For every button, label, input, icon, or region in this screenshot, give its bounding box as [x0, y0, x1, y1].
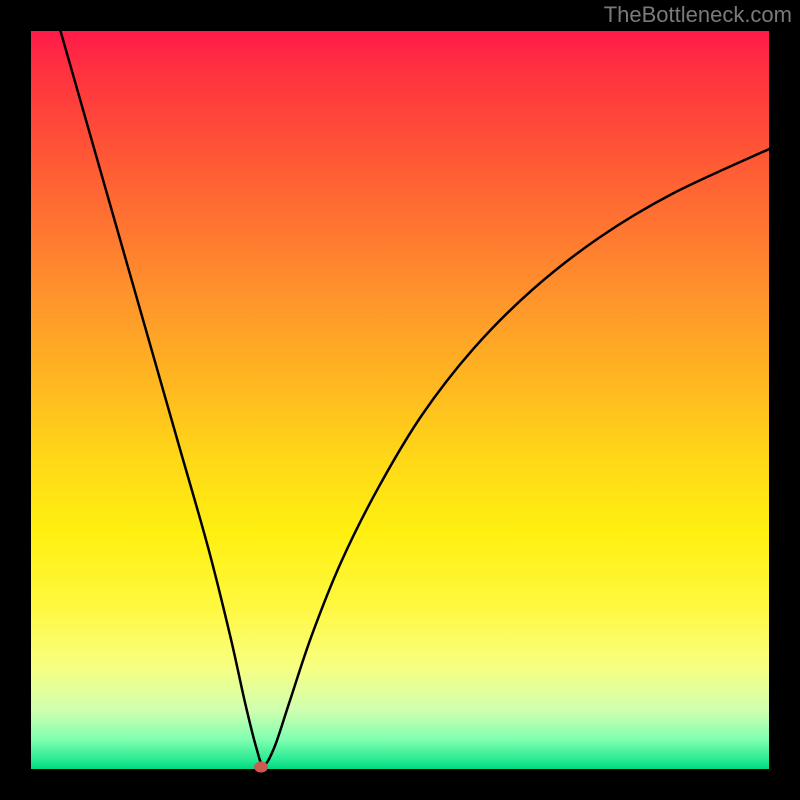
plot-area — [31, 31, 769, 769]
minimum-marker — [254, 761, 268, 772]
curve-path — [61, 31, 769, 765]
chart-container: TheBottleneck.com — [0, 0, 800, 800]
watermark-text: TheBottleneck.com — [604, 2, 792, 28]
curve-svg — [31, 31, 769, 769]
